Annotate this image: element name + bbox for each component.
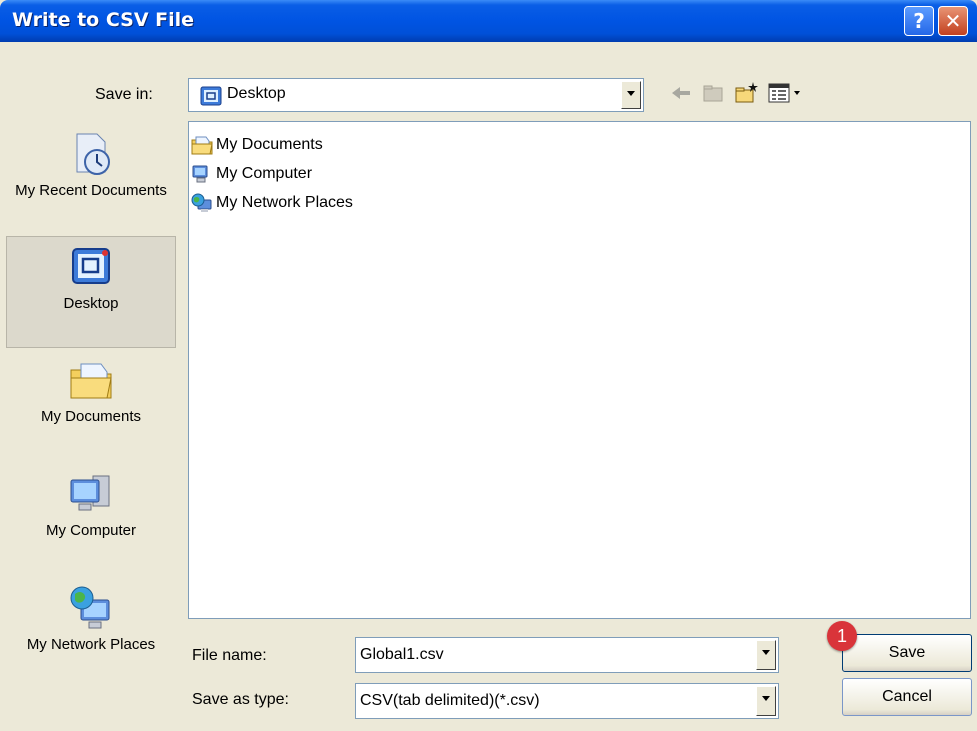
up-folder-icon[interactable] — [700, 80, 726, 106]
file-list[interactable]: My Documents My Computer My Network Plac… — [188, 121, 971, 619]
cancel-button[interactable]: Cancel — [842, 678, 972, 716]
file-name-field[interactable]: Global1.csv — [355, 637, 779, 673]
places-desktop[interactable]: Desktop — [6, 236, 176, 348]
places-my-recent-documents[interactable]: My Recent Documents — [6, 130, 176, 199]
help-button[interactable]: ? — [904, 6, 934, 36]
close-button[interactable]: ✕ — [938, 6, 968, 36]
places-my-documents[interactable]: My Documents — [6, 356, 176, 425]
folder-icon — [191, 136, 213, 155]
chevron-down-icon[interactable] — [756, 686, 776, 716]
window-title: Write to CSV File — [12, 9, 195, 31]
chevron-down-icon[interactable] — [756, 640, 776, 670]
place-label: My Documents — [40, 408, 142, 425]
new-folder-icon[interactable] — [733, 80, 759, 106]
desktop-icon — [72, 248, 110, 284]
network-icon — [191, 193, 212, 212]
chevron-down-icon[interactable] — [621, 81, 641, 109]
file-name-value: Global1.csv — [360, 646, 444, 663]
place-label: My Computer — [45, 522, 137, 539]
save-as-type-label: Save as type: — [192, 691, 289, 708]
my-computer-icon — [70, 475, 110, 511]
file-name: My Documents — [216, 136, 323, 153]
title-bar: Write to CSV File ? ✕ — [0, 0, 977, 42]
place-label: My Network Places — [26, 636, 156, 653]
my-documents-icon — [70, 363, 112, 399]
computer-icon — [192, 165, 208, 183]
file-name-label: File name: — [192, 647, 267, 664]
list-item[interactable]: My Computer — [191, 163, 312, 185]
places-my-computer[interactable]: My Computer — [6, 470, 176, 539]
step-callout-badge: 1 — [827, 621, 857, 651]
view-menu-icon[interactable] — [766, 80, 806, 106]
list-item[interactable]: My Network Places — [191, 192, 353, 214]
save-in-label: Save in: — [95, 86, 153, 103]
save-as-type-value: CSV(tab delimited)(*.csv) — [360, 692, 540, 709]
back-arrow-icon[interactable] — [668, 80, 694, 106]
network-places-icon — [70, 586, 110, 629]
save-as-type-dropdown[interactable]: CSV(tab delimited)(*.csv) — [355, 683, 779, 719]
file-name: My Network Places — [216, 194, 353, 211]
save-button[interactable]: Save — [842, 634, 972, 672]
place-label: My Recent Documents — [15, 182, 167, 199]
place-label: Desktop — [63, 295, 119, 312]
save-in-value: Desktop — [227, 85, 286, 102]
desktop-icon — [200, 86, 222, 106]
places-my-network-places[interactable]: My Network Places — [6, 584, 176, 653]
list-item[interactable]: My Documents — [191, 134, 323, 156]
places-bar: My Recent Documents Desktop My Documents… — [0, 118, 182, 721]
file-name: My Computer — [216, 165, 313, 182]
recent-documents-icon — [76, 133, 110, 175]
save-in-dropdown[interactable]: Desktop — [188, 78, 644, 112]
